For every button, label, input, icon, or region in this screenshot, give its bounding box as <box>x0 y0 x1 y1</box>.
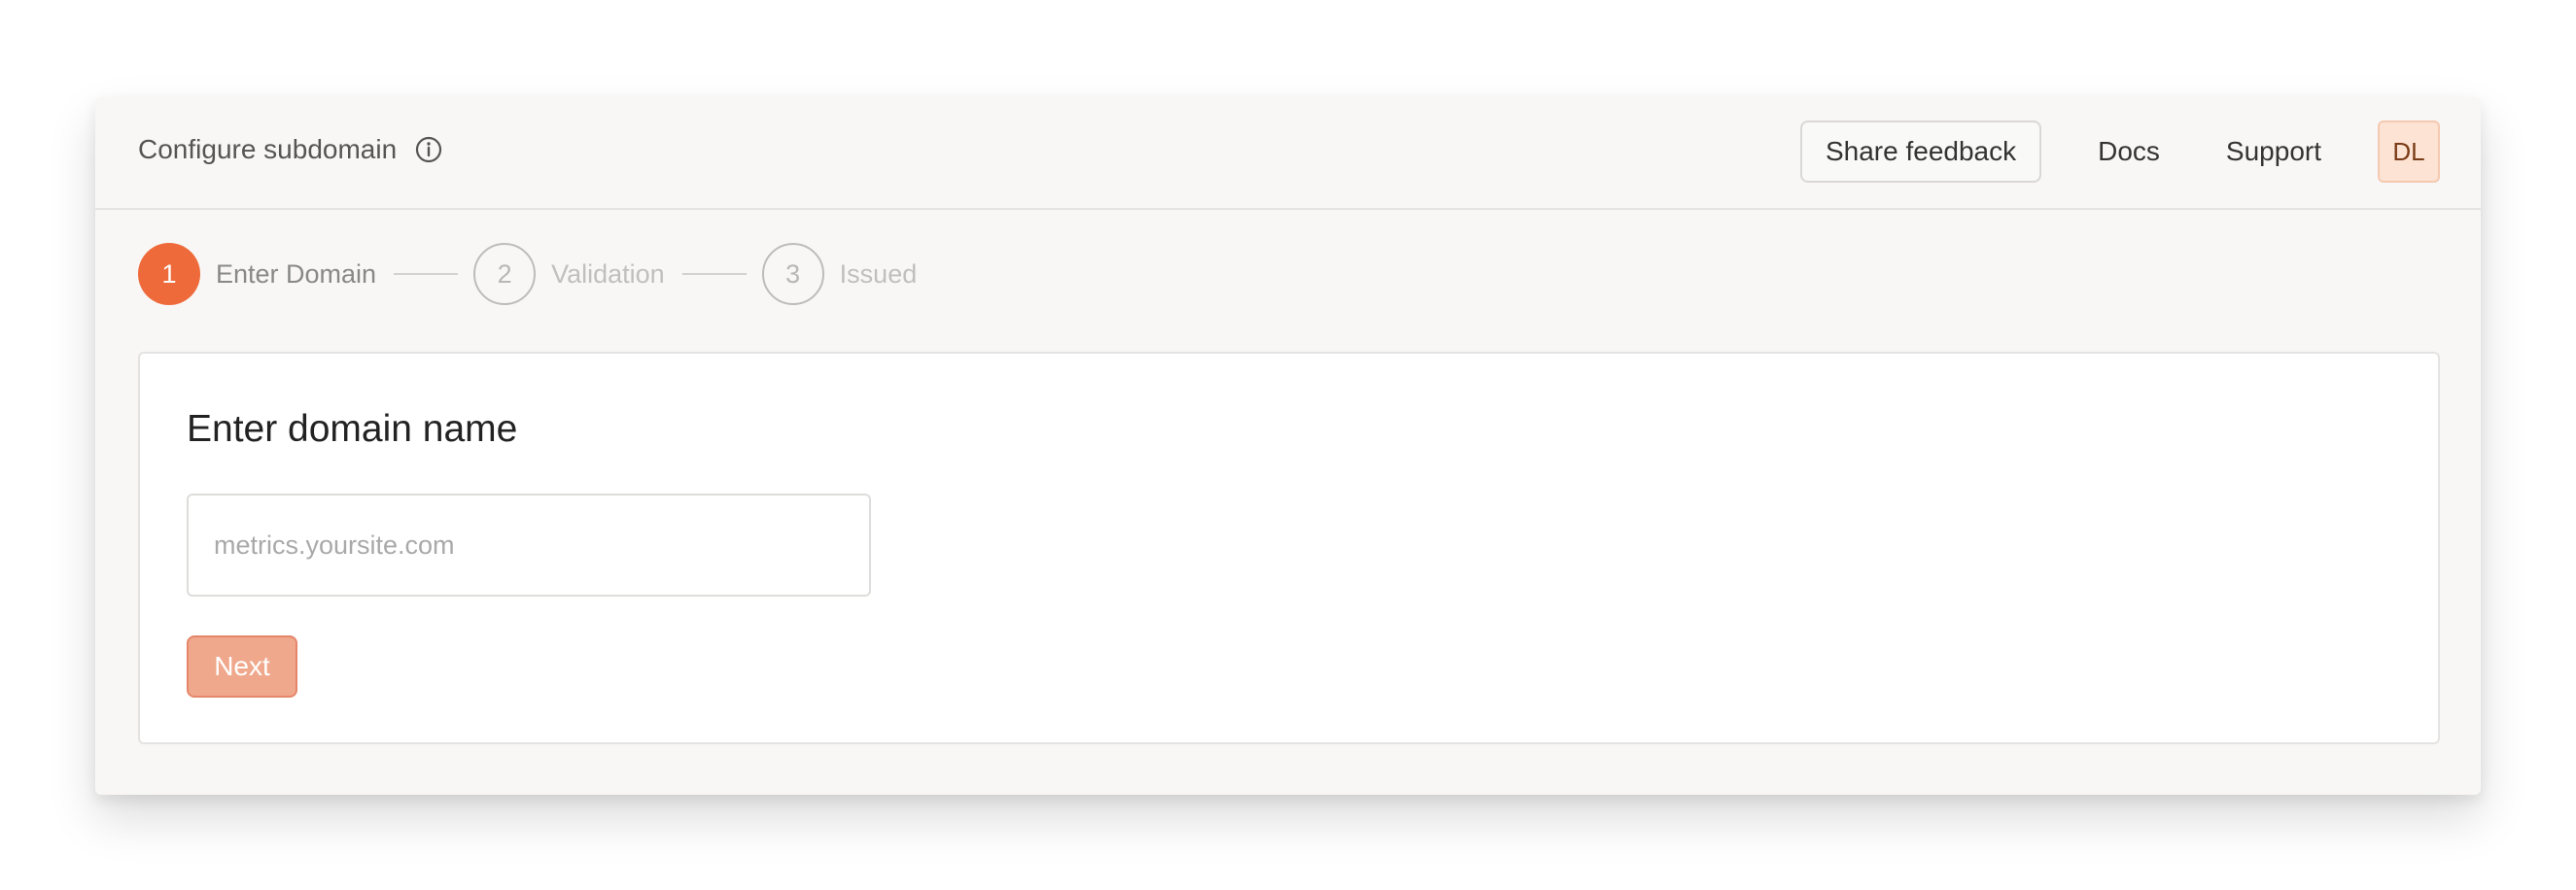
step-1-label: Enter Domain <box>216 258 377 289</box>
header-actions: Share feedback Docs Support DL <box>1799 120 2440 183</box>
header-bar: Configure subdomain Share feedback Docs … <box>95 97 2481 210</box>
support-link[interactable]: Support <box>2226 136 2321 167</box>
info-icon[interactable] <box>414 135 443 164</box>
docs-link[interactable]: Docs <box>2098 136 2160 167</box>
share-feedback-button[interactable]: Share feedback <box>1799 120 2042 183</box>
step-1-circle: 1 <box>138 243 200 305</box>
page-title: Configure subdomain <box>138 134 398 164</box>
step-2-circle: 2 <box>473 243 537 305</box>
page-title-group: Configure subdomain <box>138 134 443 165</box>
app-window: Configure subdomain Share feedback Docs … <box>95 97 2481 795</box>
step-3-label: Issued <box>839 258 918 289</box>
next-button[interactable]: Next <box>187 635 297 698</box>
step-connector <box>394 273 459 275</box>
progress-stepper: 1 Enter Domain 2 Validation 3 Issued <box>138 243 917 305</box>
domain-input[interactable] <box>187 494 871 597</box>
step-connector <box>681 273 747 275</box>
step-2-label: Validation <box>551 258 665 289</box>
domain-form-card: Enter domain name Next <box>138 352 2440 744</box>
avatar[interactable]: DL <box>2378 120 2440 183</box>
step-3-circle: 3 <box>761 243 824 305</box>
form-title: Enter domain name <box>187 408 518 450</box>
